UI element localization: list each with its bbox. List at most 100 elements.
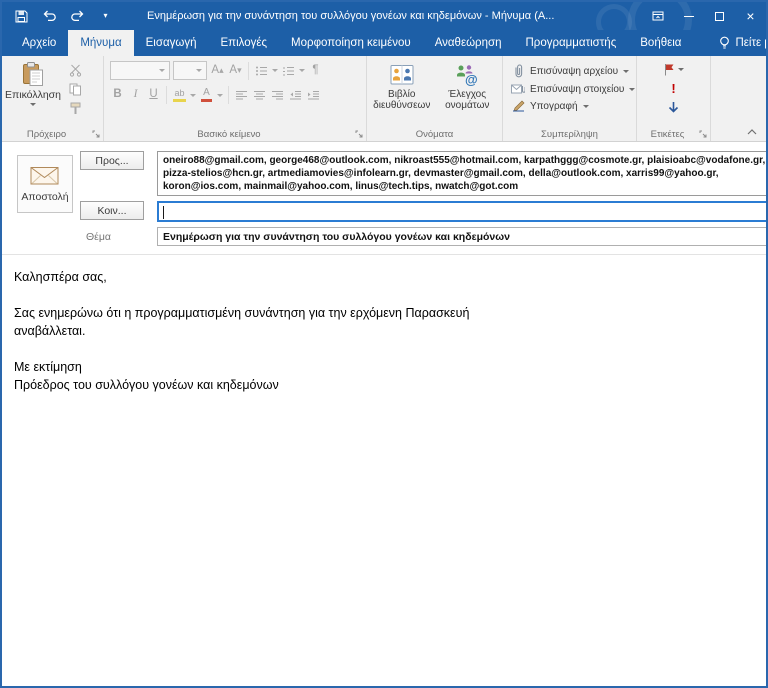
cc-field[interactable] <box>157 201 766 222</box>
font-color-icon[interactable]: A <box>199 87 214 103</box>
check-names-icon: @ <box>453 63 481 87</box>
tab-insert-label: Εισαγωγή <box>145 37 197 49</box>
to-button[interactable]: Προς... <box>80 151 144 170</box>
subject-value: Ενημέρωση για την συνάντηση του συλλόγου… <box>163 230 510 243</box>
ribbon-display-options-icon[interactable] <box>642 2 673 30</box>
signature-dropdown-icon <box>582 104 589 108</box>
lightbulb-icon <box>719 36 730 50</box>
check-names-button[interactable]: @ Έλεγχος ονομάτων <box>437 62 499 111</box>
tab-format-text-label: Μορφοποίηση κειμένου <box>291 37 411 49</box>
close-button[interactable]: × <box>735 2 766 30</box>
format-painter-icon[interactable] <box>69 102 83 115</box>
tab-tell-me[interactable]: Πείτε μου <box>707 30 766 56</box>
basic-text-dialog-launcher-icon[interactable] <box>355 130 363 138</box>
align-left-icon[interactable] <box>234 87 249 103</box>
increase-indent-icon[interactable] <box>306 87 321 103</box>
check-names-label: Έλεγχος ονομάτων <box>445 89 490 111</box>
to-recipients-line: oneiro88@gmail.com, george468@outlook.co… <box>163 155 766 166</box>
clipboard-group: Επικόλληση Πρόχειρο <box>2 56 104 141</box>
redo-icon[interactable] <box>70 9 85 24</box>
svg-text:@: @ <box>465 72 478 87</box>
undo-icon[interactable] <box>42 9 57 24</box>
subject-field[interactable]: Ενημέρωση για την συνάντηση του συλλόγου… <box>157 227 766 246</box>
high-importance-button[interactable]: ! <box>671 81 675 96</box>
window-title: Ενημέρωση για την συνάντηση του συλλόγου… <box>147 10 555 22</box>
body-line: Πρόεδρος του συλλόγου γονέων και κηδεμόν… <box>14 378 279 392</box>
tags-dialog-launcher-icon[interactable] <box>699 130 707 138</box>
paste-button[interactable]: Επικόλληση <box>4 60 62 126</box>
to-field[interactable]: oneiro88@gmail.com, george468@outlook.co… <box>157 151 766 196</box>
address-book-icon <box>388 63 416 87</box>
cc-button[interactable]: Κοιν... <box>80 201 144 220</box>
copy-icon[interactable] <box>69 83 83 96</box>
ribbon-spacer <box>711 56 766 141</box>
to-button-label: Προς... <box>95 154 129 167</box>
align-right-icon[interactable] <box>270 87 285 103</box>
tab-tell-me-label: Πείτε μου <box>735 37 766 49</box>
low-importance-arrow-icon <box>668 101 679 114</box>
signature-button[interactable]: Υπογραφή <box>511 100 634 112</box>
font-size-select[interactable] <box>173 61 207 80</box>
address-book-button[interactable]: Βιβλίο διευθύνσεων <box>371 62 433 111</box>
decrease-indent-icon[interactable] <box>288 87 303 103</box>
grow-font-icon[interactable]: A ▴ <box>210 63 225 79</box>
envelope-icon <box>30 166 60 186</box>
tab-file[interactable]: Αρχείο <box>10 30 68 56</box>
to-recipients-line: koron@ios.com, mainmail@yahoo.com, linus… <box>163 181 519 192</box>
flag-icon <box>663 63 675 76</box>
collapse-ribbon-icon[interactable] <box>747 129 757 135</box>
ribbon: Επικόλληση Πρόχειρο A ▴ A ▾ ¶ B I U ab A… <box>2 56 766 142</box>
send-button-label: Αποστολή <box>21 190 69 203</box>
bullets-icon[interactable] <box>254 63 269 79</box>
window-controls: × <box>642 2 766 30</box>
low-importance-button[interactable] <box>668 100 679 115</box>
shrink-font-icon[interactable]: A ▾ <box>228 63 243 79</box>
highlight-icon[interactable]: ab <box>172 87 187 103</box>
follow-up-dropdown-icon <box>678 68 684 71</box>
tab-developer[interactable]: Προγραμματιστής <box>513 30 628 56</box>
attach-file-button[interactable]: Επισύναψη αρχείου <box>511 64 634 78</box>
cut-icon[interactable] <box>69 64 83 77</box>
attach-item-label: Επισύναψη στοιχείου <box>530 83 625 95</box>
underline-icon[interactable]: U <box>146 87 161 103</box>
paragraph-mark-icon[interactable]: ¶ <box>308 63 323 79</box>
title-bar: ▾ Ενημέρωση για την συνάντηση του συλλόγ… <box>2 2 766 30</box>
font-name-select[interactable] <box>110 61 170 80</box>
tab-insert[interactable]: Εισαγωγή <box>134 30 209 56</box>
tab-file-label: Αρχείο <box>22 37 57 49</box>
bold-icon[interactable]: B <box>110 87 125 103</box>
compose-header: Αποστολή Προς... oneiro88@gmail.com, geo… <box>2 142 766 254</box>
attach-item-icon <box>511 83 525 95</box>
body-line: Με εκτίμηση <box>14 360 82 374</box>
send-button[interactable]: Αποστολή <box>17 155 73 213</box>
tab-help[interactable]: Βοήθεια <box>628 30 693 56</box>
tab-message[interactable]: Μήνυμα <box>68 30 134 56</box>
tab-help-label: Βοήθεια <box>640 37 682 49</box>
align-center-icon[interactable] <box>252 87 267 103</box>
body-line <box>14 340 754 358</box>
paperclip-icon <box>511 64 525 78</box>
address-book-label: Βιβλίο διευθύνσεων <box>373 89 431 111</box>
clipboard-dialog-launcher-icon[interactable] <box>92 130 100 138</box>
maximize-button[interactable] <box>704 2 735 30</box>
message-body[interactable]: Καλησπέρα σας, Σας ενημερώνω ότι η προγρ… <box>2 254 766 686</box>
send-column: Αποστολή <box>10 151 80 254</box>
text-cursor <box>163 206 164 219</box>
attach-item-button[interactable]: Επισύναψη στοιχείου <box>511 83 636 95</box>
tab-format-text[interactable]: Μορφοποίηση κειμένου <box>279 30 423 56</box>
minimize-button[interactable] <box>673 2 704 30</box>
basic-text-group: A ▴ A ▾ ¶ B I U ab A Βασικό κείμενο <box>104 56 367 141</box>
body-line: Καλησπέρα σας, <box>14 270 107 284</box>
quick-access-toolbar: ▾ <box>2 9 113 24</box>
italic-icon[interactable]: I <box>128 87 143 103</box>
qat-customize-icon[interactable]: ▾ <box>98 9 113 24</box>
body-line: αναβάλλεται. <box>14 324 86 338</box>
tab-options[interactable]: Επιλογές <box>208 30 279 56</box>
follow-up-button[interactable] <box>663 62 684 77</box>
numbering-icon[interactable] <box>281 63 296 79</box>
tab-review[interactable]: Αναθεώρηση <box>423 30 514 56</box>
include-group-label: Συμπερίληψη <box>541 129 598 140</box>
save-icon[interactable] <box>14 9 29 24</box>
names-group-label: Ονόματα <box>415 129 454 140</box>
basic-text-group-label: Βασικό κείμενο <box>197 129 261 140</box>
